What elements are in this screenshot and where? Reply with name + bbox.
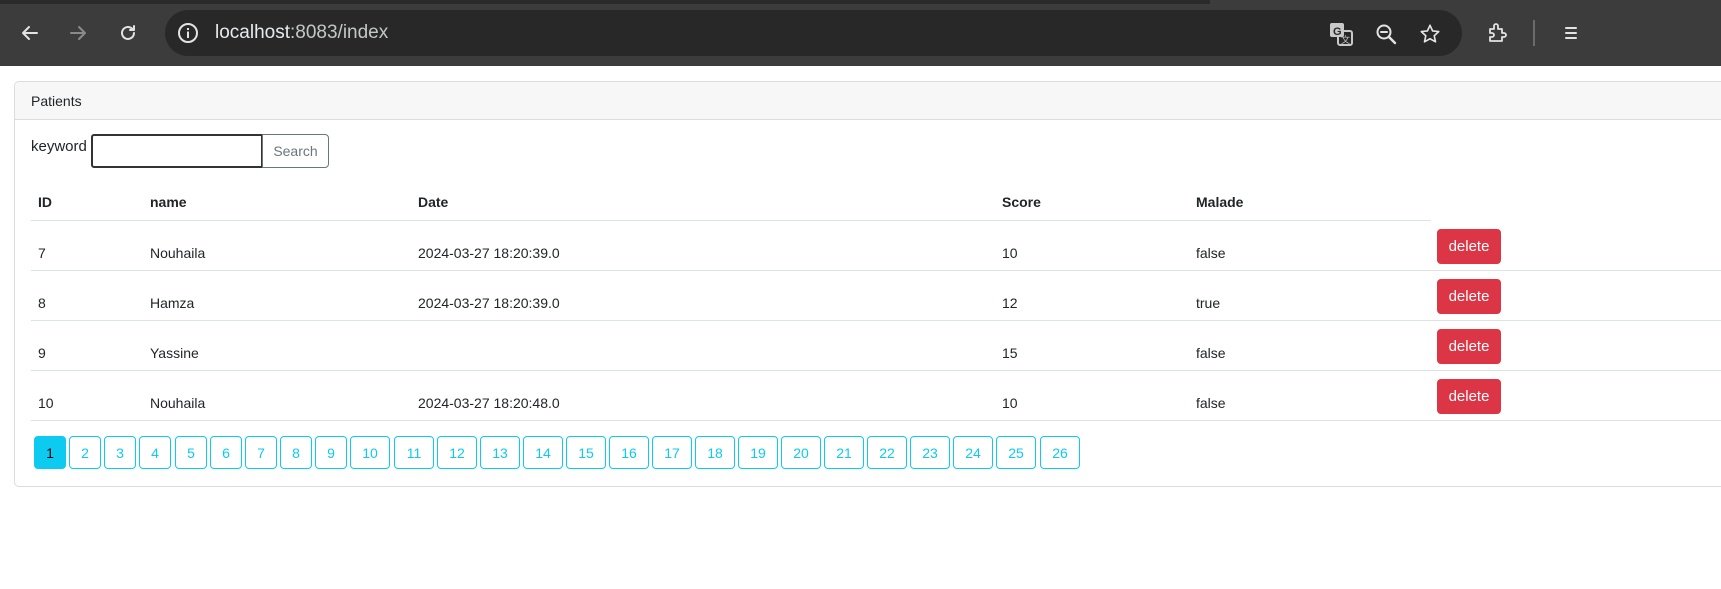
page-button-12[interactable]: 12 — [437, 436, 477, 469]
cell-malade: false — [1196, 395, 1226, 411]
cell-score: 10 — [1002, 395, 1018, 411]
page-button-14[interactable]: 14 — [523, 436, 563, 469]
translate-icon[interactable]: G 文 — [1327, 20, 1355, 48]
cell-malade: false — [1196, 345, 1226, 361]
url-host: localhost — [215, 22, 290, 43]
row-divider — [31, 420, 1721, 421]
header-malade: Malade — [1196, 194, 1244, 210]
header-name: name — [150, 194, 187, 210]
reload-icon — [121, 25, 135, 40]
page-button-8[interactable]: 8 — [280, 436, 312, 469]
extensions-icon[interactable] — [1482, 17, 1514, 49]
cell-id: 9 — [38, 345, 46, 361]
cell-id: 10 — [38, 395, 54, 411]
cell-malade: false — [1196, 245, 1226, 261]
cell-name: Yassine — [150, 345, 199, 361]
cell-name: Hamza — [150, 295, 195, 311]
page-button-23[interactable]: 23 — [910, 436, 950, 469]
cell-id: 7 — [38, 245, 46, 261]
delete-button[interactable]: delete — [1437, 329, 1501, 364]
page-button-18[interactable]: 18 — [695, 436, 735, 469]
header-id: ID — [38, 194, 52, 210]
search-button[interactable]: Search — [262, 134, 329, 168]
cell-date: 2024-03-27 18:20:48.0 — [418, 395, 560, 411]
header-divider — [31, 220, 1431, 221]
page-button-16[interactable]: 16 — [609, 436, 649, 469]
svg-text:文: 文 — [1341, 34, 1350, 45]
url-text[interactable]: localhost:8083/index — [215, 22, 388, 44]
page-button-4[interactable]: 4 — [139, 436, 171, 469]
tab-strip-active — [1210, 0, 1721, 4]
patients-card: Patients keyword : Search ID name Date S… — [14, 81, 1721, 487]
cell-name: Nouhaila — [150, 395, 206, 411]
site-info-icon[interactable] — [175, 20, 201, 46]
back-button[interactable] — [14, 17, 46, 49]
cell-id: 8 — [38, 295, 46, 311]
page-button-1[interactable]: 1 — [34, 436, 66, 469]
page-button-7[interactable]: 7 — [245, 436, 277, 469]
page-button-3[interactable]: 3 — [104, 436, 136, 469]
page-button-10[interactable]: 10 — [350, 436, 390, 469]
arrow-right-icon — [70, 26, 86, 40]
delete-button[interactable]: delete — [1437, 229, 1501, 264]
delete-button[interactable]: delete — [1437, 379, 1501, 414]
page-button-2[interactable]: 2 — [69, 436, 101, 469]
delete-button[interactable]: delete — [1437, 279, 1501, 314]
page-button-24[interactable]: 24 — [953, 436, 993, 469]
cell-date: 2024-03-27 18:20:39.0 — [418, 295, 560, 311]
bookmark-star-icon[interactable] — [1416, 20, 1444, 48]
toolbar-separator — [1533, 20, 1535, 46]
card-header — [15, 82, 1721, 120]
url-path: :8083/index — [290, 22, 389, 43]
page-button-20[interactable]: 20 — [781, 436, 821, 469]
page-button-26[interactable]: 26 — [1040, 436, 1080, 469]
cell-date: 2024-03-27 18:20:39.0 — [418, 245, 560, 261]
browser-toolbar: localhost:8083/index G 文 — [0, 0, 1721, 66]
address-bar[interactable]: localhost:8083/index G 文 — [165, 10, 1462, 56]
cell-score: 12 — [1002, 295, 1018, 311]
arrow-left-icon — [22, 26, 38, 40]
zoom-icon[interactable] — [1372, 20, 1400, 48]
cell-score: 15 — [1002, 345, 1018, 361]
cell-name: Nouhaila — [150, 245, 206, 261]
page-button-21[interactable]: 21 — [824, 436, 864, 469]
page-button-17[interactable]: 17 — [652, 436, 692, 469]
page-button-15[interactable]: 15 — [566, 436, 606, 469]
header-date: Date — [418, 194, 449, 210]
page-button-6[interactable]: 6 — [210, 436, 242, 469]
header-score: Score — [1002, 194, 1041, 210]
cell-malade: true — [1196, 295, 1221, 311]
keyword-input[interactable] — [91, 134, 263, 168]
page-button-11[interactable]: 11 — [394, 436, 434, 469]
page-button-13[interactable]: 13 — [480, 436, 520, 469]
page-button-25[interactable]: 25 — [996, 436, 1036, 469]
card-title: Patients — [31, 93, 82, 109]
reload-button[interactable] — [112, 17, 144, 49]
row-divider — [31, 270, 1721, 271]
keyword-label: keyword : — [31, 138, 96, 155]
page-button-9[interactable]: 9 — [315, 436, 347, 469]
row-divider — [31, 370, 1721, 371]
menu-icon[interactable] — [1554, 17, 1586, 49]
row-divider — [31, 320, 1721, 321]
page-button-22[interactable]: 22 — [867, 436, 907, 469]
cell-score: 10 — [1002, 245, 1018, 261]
page-button-5[interactable]: 5 — [175, 436, 207, 469]
page-button-19[interactable]: 19 — [738, 436, 778, 469]
forward-button[interactable] — [62, 17, 94, 49]
